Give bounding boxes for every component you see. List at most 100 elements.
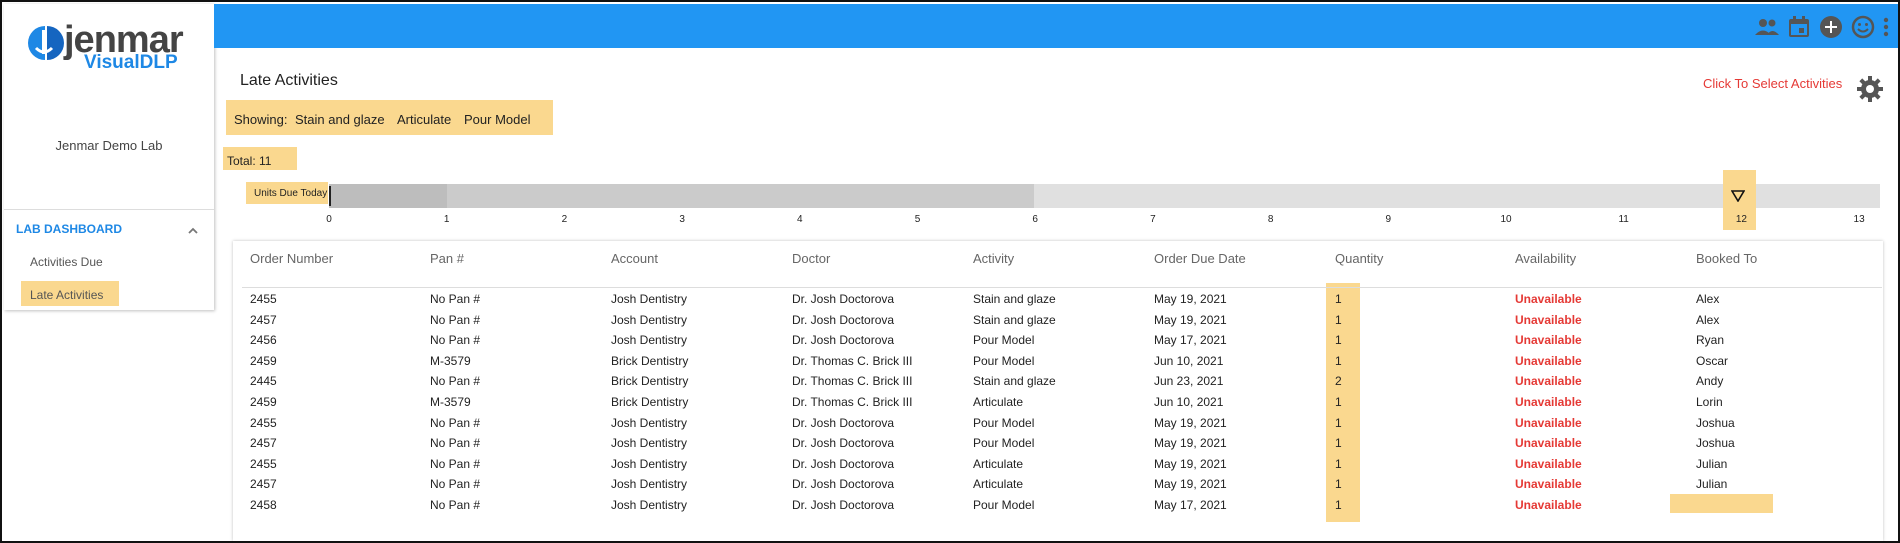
cell-quantity: 1: [1335, 456, 1342, 471]
cell-availability: Unavailable: [1515, 353, 1582, 368]
add-circle-icon[interactable]: [1818, 14, 1844, 40]
showing-item-articulate: Articulate: [397, 112, 452, 127]
cell-account: Josh Dentistry: [611, 415, 688, 430]
cell-pan: No Pan #: [430, 292, 481, 306]
cell-doctor: Dr. Josh Doctorova: [792, 415, 895, 430]
cell-activity: Pour Model: [973, 333, 1035, 348]
sidebar-item-late-activities[interactable]: Late Activities: [30, 288, 103, 302]
cell-availability: Unavailable: [1515, 374, 1582, 389]
column-header-order-due-date[interactable]: Order Due Date: [1154, 251, 1246, 266]
cell-order-number: 2457: [250, 436, 277, 451]
sidebar-item-activities-due[interactable]: Activities Due: [30, 255, 103, 269]
cell-activity: Stain and glaze: [973, 374, 1056, 389]
cell-booked-to: Joshua: [1696, 415, 1735, 430]
cell-account: Brick Dentistry: [611, 374, 689, 389]
cell-quantity: 1: [1335, 498, 1342, 512]
cell-availability: Unavailable: [1515, 477, 1582, 492]
units-due-fill: [329, 184, 447, 208]
cell-doctor: Dr. Josh Doctorova: [792, 436, 895, 451]
column-header-order-number[interactable]: Order Number: [250, 251, 333, 266]
cell-booked-to: Joshua: [1696, 436, 1735, 451]
cell-pan: M-3579: [430, 353, 471, 368]
cell-pan: No Pan #: [430, 312, 481, 327]
jenmar-logo-icon: [28, 26, 64, 60]
app-window: jenmar VisualDLP Jenmar Demo Lab LAB DAS…: [0, 0, 1900, 543]
cell-doctor: Dr. Josh Doctorova: [792, 477, 895, 492]
cell-order-due-date: May 17, 2021: [1154, 498, 1227, 512]
cell-pan: No Pan #: [430, 415, 481, 430]
units-due-tick-label: 5: [914, 214, 921, 225]
top-bar-actions: [1754, 14, 1890, 40]
cell-availability: Unavailable: [1515, 312, 1582, 327]
cell-booked-to: Julian: [1696, 477, 1728, 492]
cell-account: Josh Dentistry: [611, 312, 688, 327]
cell-quantity: 1: [1335, 353, 1342, 368]
cell-availability: Unavailable: [1515, 395, 1582, 409]
cell-quantity: 1: [1335, 312, 1342, 327]
cell-order-number: 2445: [250, 374, 277, 389]
cell-quantity: 1: [1335, 395, 1342, 409]
showing-label: Showing:: [234, 112, 288, 127]
cell-booked-to: Alex: [1696, 312, 1720, 327]
units-due-tick-label: 6: [1032, 214, 1038, 225]
page-title: Late Activities: [240, 72, 338, 89]
more-vertical-icon[interactable]: [1882, 15, 1890, 39]
cell-booked-to: Julian: [1696, 456, 1728, 471]
logo: jenmar VisualDLP: [26, 20, 196, 76]
cell-account: Josh Dentistry: [611, 498, 688, 512]
units-due-tick-label: 1: [443, 214, 450, 225]
cell-order-number: 2455: [250, 415, 277, 430]
cell-doctor: Dr. Thomas C. Brick III: [792, 374, 913, 389]
cell-booked-to: Andy: [1696, 374, 1724, 389]
cell-account: Josh Dentistry: [611, 333, 688, 348]
column-header-account[interactable]: Account: [611, 251, 658, 266]
cell-booked-to: Lorin: [1696, 395, 1723, 409]
cell-activity: Stain and glaze: [973, 312, 1056, 327]
total-box: Total: 11: [223, 147, 297, 170]
late-activities-table: [233, 241, 1883, 541]
people-icon[interactable]: [1754, 15, 1780, 39]
cell-availability: Unavailable: [1515, 333, 1582, 348]
cell-account: Josh Dentistry: [611, 292, 688, 306]
column-header-booked-to[interactable]: Booked To: [1696, 251, 1757, 266]
cell-account: Josh Dentistry: [611, 456, 688, 471]
column-header-quantity[interactable]: Quantity: [1335, 251, 1383, 266]
cell-availability: Unavailable: [1515, 415, 1582, 430]
cell-activity: Articulate: [973, 395, 1024, 409]
sidebar: jenmar VisualDLP Jenmar Demo Lab LAB DAS…: [4, 4, 214, 310]
column-header-doctor[interactable]: Doctor: [792, 251, 830, 266]
calendar-icon[interactable]: [1786, 14, 1812, 40]
cell-activity: Articulate: [973, 477, 1024, 492]
cell-activity: Pour Model: [973, 415, 1035, 430]
cell-order-due-date: May 19, 2021: [1154, 456, 1227, 471]
cell-order-number: 2459: [250, 395, 277, 409]
cell-order-due-date: May 17, 2021: [1154, 333, 1227, 348]
cell-pan: No Pan #: [430, 456, 481, 471]
cell-doctor: Dr. Thomas C. Brick III: [792, 353, 913, 368]
column-header-availability[interactable]: Availability: [1515, 251, 1576, 266]
cell-booked-to: Alex: [1696, 292, 1720, 306]
showing-item-pour-model: Pour Model: [464, 112, 531, 127]
cell-order-number: 2455: [250, 456, 277, 471]
column-header-pan[interactable]: Pan #: [430, 251, 464, 266]
cell-order-due-date: May 19, 2021: [1154, 415, 1227, 430]
smiley-icon[interactable]: [1850, 14, 1876, 40]
gear-icon[interactable]: [1856, 75, 1884, 103]
nav-section-lab-dashboard[interactable]: LAB DASHBOARD: [16, 222, 122, 236]
chevron-up-icon[interactable]: [187, 225, 199, 237]
cell-availability: Unavailable: [1515, 498, 1582, 512]
units-due-tick-label: 0: [326, 214, 332, 225]
units-due-tick-label: 12: [1735, 214, 1747, 225]
select-activities-link[interactable]: Click To Select Activities: [1703, 76, 1842, 91]
column-header-activity[interactable]: Activity: [973, 251, 1014, 266]
cell-order-number: 2457: [250, 477, 277, 492]
showing-filter-box: Showing: Stain and glaze Articulate Pour…: [226, 100, 553, 135]
lab-name: Jenmar Demo Lab: [55, 138, 163, 153]
cell-doctor: Dr. Josh Doctorova: [792, 456, 895, 471]
cell-activity: Articulate: [973, 456, 1024, 471]
cell-order-due-date: May 19, 2021: [1154, 477, 1227, 492]
cell-order-number: 2455: [250, 292, 277, 306]
cell-doctor: Dr. Josh Doctorova: [792, 498, 895, 512]
cell-account: Josh Dentistry: [611, 477, 688, 492]
cell-activity: Pour Model: [973, 498, 1035, 512]
